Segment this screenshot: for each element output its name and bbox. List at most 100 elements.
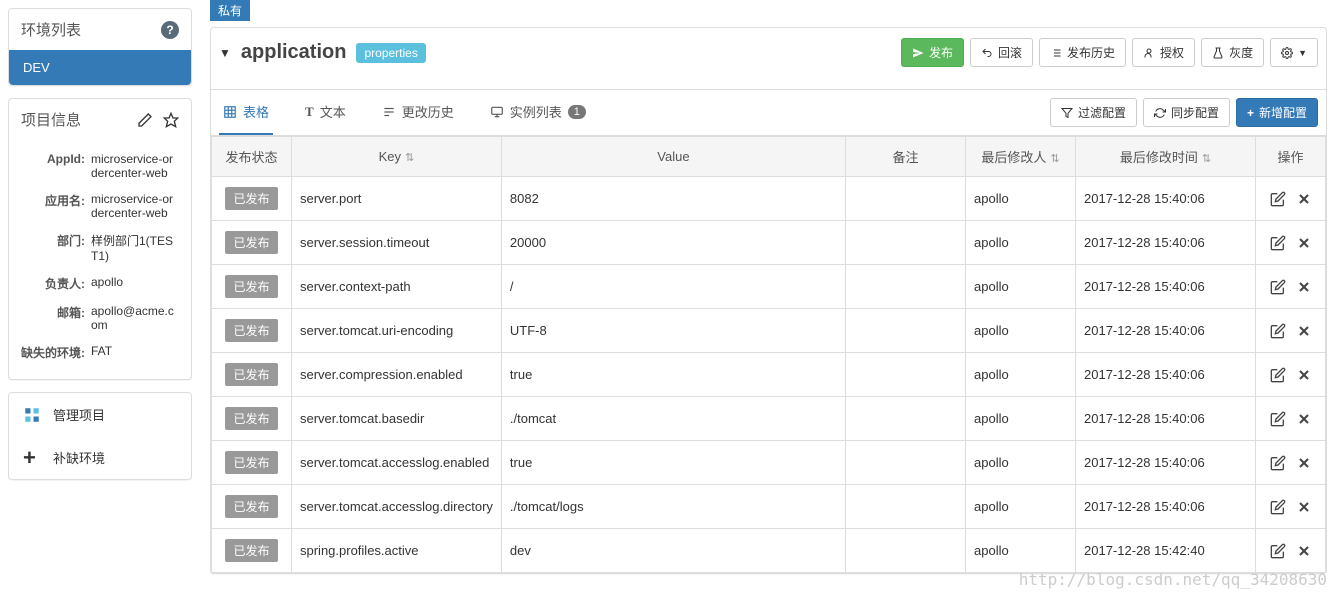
- project-field-value: microservice-ordercenter-web: [91, 152, 179, 180]
- cell-modifier: apollo: [966, 309, 1076, 353]
- status-badge: 已发布: [225, 451, 277, 474]
- tab-table[interactable]: 表格: [219, 90, 273, 135]
- project-info-row: 应用名:microservice-ordercenter-web: [21, 186, 179, 226]
- send-icon: [912, 47, 924, 59]
- cell-time: 2017-12-28 15:40:06: [1076, 441, 1256, 485]
- rollback-button[interactable]: 回滚: [970, 38, 1033, 67]
- grant-button[interactable]: 授权: [1132, 38, 1195, 67]
- namespace-title: application: [241, 41, 347, 64]
- manage-project-link[interactable]: 管理项目: [9, 393, 191, 436]
- edit-row-icon[interactable]: [1270, 411, 1286, 427]
- publish-history-button[interactable]: 发布历史: [1039, 38, 1126, 67]
- col-header-ops: 操作: [1256, 137, 1326, 177]
- status-badge: 已发布: [225, 187, 277, 210]
- side-links-panel: 管理项目 + 补缺环境: [8, 392, 192, 480]
- env-item-dev[interactable]: DEV: [9, 50, 191, 85]
- status-badge: 已发布: [225, 495, 277, 518]
- status-badge: 已发布: [225, 275, 277, 298]
- cell-value: 20000: [501, 221, 845, 265]
- cell-time: 2017-12-28 15:40:06: [1076, 265, 1256, 309]
- cell-key: server.session.timeout: [292, 221, 502, 265]
- cell-value: true: [501, 353, 845, 397]
- cell-key: server.tomcat.accesslog.directory: [292, 485, 502, 529]
- project-info-panel: 项目信息 AppId:microservice-ordercenter-web应…: [8, 98, 192, 380]
- cell-value: true: [501, 441, 845, 485]
- cell-key: server.compression.enabled: [292, 353, 502, 397]
- project-info-row: 负责人:apollo: [21, 269, 179, 298]
- cell-remark: [846, 177, 966, 221]
- cell-time: 2017-12-28 15:40:06: [1076, 397, 1256, 441]
- manage-project-label: 管理项目: [53, 405, 105, 424]
- edit-row-icon[interactable]: [1270, 367, 1286, 383]
- cell-time: 2017-12-28 15:42:40: [1076, 529, 1256, 573]
- status-badge: 已发布: [225, 231, 277, 254]
- favorite-icon[interactable]: [163, 112, 179, 128]
- project-field-value: apollo: [91, 275, 179, 292]
- project-field-label: 部门:: [21, 232, 91, 263]
- cell-key: server.context-path: [292, 265, 502, 309]
- sync-config-button[interactable]: 同步配置: [1143, 98, 1230, 127]
- table-row: 已发布server.tomcat.accesslog.directory./to…: [212, 485, 1326, 529]
- sort-icon: ⇅: [1202, 153, 1211, 165]
- edit-row-icon[interactable]: [1270, 543, 1286, 559]
- col-header-status: 发布状态: [212, 137, 292, 177]
- add-missing-env-link[interactable]: + 补缺环境: [9, 436, 191, 479]
- edit-project-icon[interactable]: [137, 112, 153, 128]
- publish-button[interactable]: 发布: [901, 38, 964, 67]
- tab-change-history[interactable]: 更改历史: [378, 90, 458, 135]
- cell-value: UTF-8: [501, 309, 845, 353]
- edit-row-icon[interactable]: [1270, 235, 1286, 251]
- project-info-row: AppId:microservice-ordercenter-web: [21, 146, 179, 186]
- tab-text[interactable]: T 文本: [301, 90, 350, 135]
- collapse-caret-icon[interactable]: ▼: [219, 46, 231, 60]
- cell-remark: [846, 309, 966, 353]
- col-header-modifier[interactable]: 最后修改人⇅: [966, 137, 1076, 177]
- delete-row-icon[interactable]: [1296, 323, 1312, 339]
- delete-row-icon[interactable]: [1296, 367, 1312, 383]
- delete-row-icon[interactable]: [1296, 279, 1312, 295]
- status-badge: 已发布: [225, 363, 277, 386]
- col-header-time[interactable]: 最后修改时间⇅: [1076, 137, 1256, 177]
- flask-icon: [1212, 47, 1224, 59]
- delete-row-icon[interactable]: [1296, 191, 1312, 207]
- help-icon[interactable]: ?: [161, 21, 179, 39]
- col-header-key[interactable]: Key⇅: [292, 137, 502, 177]
- cell-time: 2017-12-28 15:40:06: [1076, 485, 1256, 529]
- env-list-panel: 环境列表 ? DEV: [8, 8, 192, 86]
- cell-modifier: apollo: [966, 529, 1076, 573]
- text-icon: T: [305, 104, 314, 120]
- cell-value: ./tomcat: [501, 397, 845, 441]
- delete-row-icon[interactable]: [1296, 543, 1312, 559]
- delete-row-icon[interactable]: [1296, 455, 1312, 471]
- namespace-panel: ▼ application properties 发布 回滚 发: [210, 27, 1327, 574]
- edit-row-icon[interactable]: [1270, 279, 1286, 295]
- cell-value: 8082: [501, 177, 845, 221]
- table-row: 已发布server.port8082apollo2017-12-28 15:40…: [212, 177, 1326, 221]
- filter-config-button[interactable]: 过滤配置: [1050, 98, 1137, 127]
- project-field-value: microservice-ordercenter-web: [91, 192, 179, 220]
- cell-time: 2017-12-28 15:40:06: [1076, 309, 1256, 353]
- table-row: 已发布server.session.timeout20000apollo2017…: [212, 221, 1326, 265]
- delete-row-icon[interactable]: [1296, 235, 1312, 251]
- cell-key: server.tomcat.accesslog.enabled: [292, 441, 502, 485]
- gray-button[interactable]: 灰度: [1201, 38, 1264, 67]
- add-missing-env-label: 补缺环境: [53, 448, 105, 467]
- add-config-button[interactable]: + 新增配置: [1236, 98, 1318, 127]
- namespace-type-badge: properties: [356, 43, 425, 63]
- settings-button[interactable]: ▼: [1270, 38, 1318, 67]
- env-list-title: 环境列表: [21, 19, 81, 40]
- edit-row-icon[interactable]: [1270, 455, 1286, 471]
- edit-row-icon[interactable]: [1270, 191, 1286, 207]
- project-field-value: FAT: [91, 344, 179, 361]
- cell-modifier: apollo: [966, 485, 1076, 529]
- edit-row-icon[interactable]: [1270, 323, 1286, 339]
- cell-key: server.port: [292, 177, 502, 221]
- cell-remark: [846, 353, 966, 397]
- tab-instances[interactable]: 实例列表 1: [486, 90, 590, 135]
- edit-row-icon[interactable]: [1270, 499, 1286, 515]
- delete-row-icon[interactable]: [1296, 411, 1312, 427]
- history-icon: [382, 105, 396, 119]
- delete-row-icon[interactable]: [1296, 499, 1312, 515]
- table-icon: [223, 105, 237, 119]
- project-field-label: AppId:: [21, 152, 91, 180]
